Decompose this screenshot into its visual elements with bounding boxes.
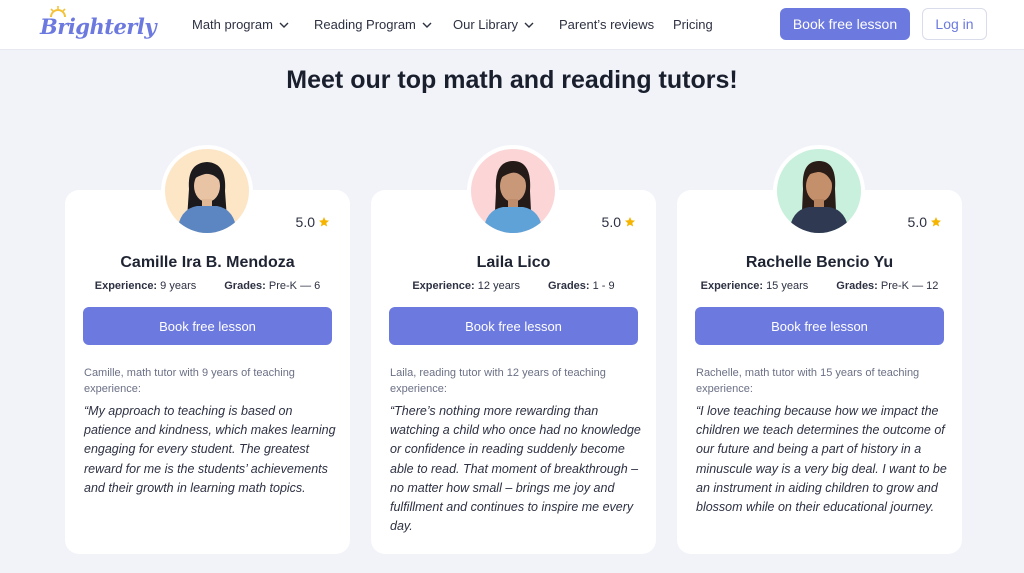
book-free-lesson-button[interactable]: Book free lesson bbox=[695, 307, 944, 345]
experience: Experience: 12 years bbox=[412, 280, 520, 292]
rating: 5.0 bbox=[296, 214, 330, 230]
chevron-down-icon bbox=[524, 22, 534, 28]
experience-value: 12 years bbox=[477, 280, 520, 292]
tutor-name: Laila Lico bbox=[476, 254, 551, 271]
tutor-name: Camille Ira B. Mendoza bbox=[120, 254, 295, 271]
nav-pricing[interactable]: Pricing bbox=[673, 17, 713, 32]
page-title: Meet our top math and reading tutors! bbox=[286, 66, 738, 94]
tutor-quote: “There’s nothing more rewarding than wat… bbox=[390, 404, 641, 534]
grades-label: Grades: bbox=[547, 280, 590, 292]
star-icon bbox=[625, 217, 635, 227]
tutor-avatar bbox=[773, 145, 865, 237]
tutor-intro: Laila, reading tutor with 12 years of te… bbox=[390, 367, 606, 395]
rating: 5.0 bbox=[908, 214, 942, 230]
tutor-avatar bbox=[467, 145, 559, 237]
book-free-lesson-button[interactable]: Book free lesson bbox=[389, 307, 638, 345]
nav-item-label: Parent’s reviews bbox=[559, 17, 655, 32]
nav-parents-reviews[interactable]: Parent’s reviews bbox=[559, 17, 654, 32]
top-nav: Brighterly Math program Reading Program … bbox=[0, 0, 1024, 50]
grades-value: 1 - 9 bbox=[592, 280, 615, 292]
experience-label: Experience: bbox=[94, 280, 158, 292]
rating: 5.0 bbox=[602, 214, 636, 230]
grades-label: Grades: bbox=[836, 280, 878, 292]
tutor-intro: Rachelle, math tutor with 15 years of te… bbox=[696, 367, 920, 395]
tutor-card: 5.0 Laila Lico Experience: 12 years Grad… bbox=[371, 145, 656, 554]
tutor-meta: Experience: 12 years Grades: 1 - 9 bbox=[371, 280, 656, 292]
experience-value: 15 years bbox=[766, 280, 809, 292]
logo-text: Brighterly bbox=[40, 14, 157, 39]
nav-item-label: Our Library bbox=[453, 17, 519, 32]
tutor-photo bbox=[471, 149, 555, 233]
nav-item-label: Reading Program bbox=[314, 17, 416, 32]
book-free-lesson-button[interactable]: Book free lesson bbox=[83, 307, 332, 345]
chevron-down-icon bbox=[422, 22, 432, 28]
tutor-photo bbox=[165, 149, 249, 233]
grades: Grades: Pre-K — 12 bbox=[836, 280, 938, 292]
tutor-card: 5.0 Rachelle Bencio Yu Experience: 15 ye… bbox=[677, 145, 962, 554]
grades-value: Pre-K — 12 bbox=[880, 280, 939, 292]
rating-value: 5.0 bbox=[907, 214, 927, 230]
log-in-button[interactable]: Log in bbox=[922, 8, 987, 40]
star-icon bbox=[319, 217, 329, 227]
rating-value: 5.0 bbox=[295, 214, 315, 230]
nav-item-label: Pricing bbox=[673, 17, 713, 32]
grades: Grades: 1 - 9 bbox=[548, 280, 615, 292]
book-free-lesson-button[interactable]: Book free lesson bbox=[780, 8, 910, 40]
tutor-intro: Camille, math tutor with 9 years of teac… bbox=[84, 367, 295, 395]
grades-value: Pre-K — 6 bbox=[268, 280, 321, 292]
rating-value: 5.0 bbox=[601, 214, 621, 230]
experience: Experience: 15 years bbox=[701, 280, 809, 292]
experience-value: 9 years bbox=[160, 280, 197, 292]
grades-label: Grades: bbox=[224, 280, 266, 292]
chevron-down-icon bbox=[279, 22, 289, 28]
tutor-avatar bbox=[161, 145, 253, 237]
tutor-quote: “My approach to teaching is based on pat… bbox=[84, 404, 336, 495]
experience: Experience: 9 years bbox=[95, 280, 197, 292]
nav-reading-program[interactable]: Reading Program bbox=[314, 17, 432, 32]
tutor-card: 5.0 Camille Ira B. Mendoza Experience: 9… bbox=[65, 145, 350, 554]
brighterly-logo[interactable]: Brighterly bbox=[40, 6, 157, 42]
nav-item-label: Math program bbox=[192, 17, 273, 32]
nav-math-program[interactable]: Math program bbox=[192, 17, 289, 32]
tutor-meta: Experience: 9 years Grades: Pre-K — 6 bbox=[65, 280, 350, 292]
tutor-photo bbox=[777, 149, 861, 233]
experience-label: Experience: bbox=[412, 280, 475, 292]
experience-label: Experience: bbox=[700, 280, 763, 292]
tutor-quote: “I love teaching because how we impact t… bbox=[696, 404, 947, 515]
grades: Grades: Pre-K — 6 bbox=[224, 280, 320, 292]
tutor-name: Rachelle Bencio Yu bbox=[745, 254, 894, 271]
tutor-meta: Experience: 15 years Grades: Pre-K — 12 bbox=[677, 280, 962, 292]
nav-our-library[interactable]: Our Library bbox=[453, 17, 534, 32]
star-icon bbox=[931, 217, 941, 227]
